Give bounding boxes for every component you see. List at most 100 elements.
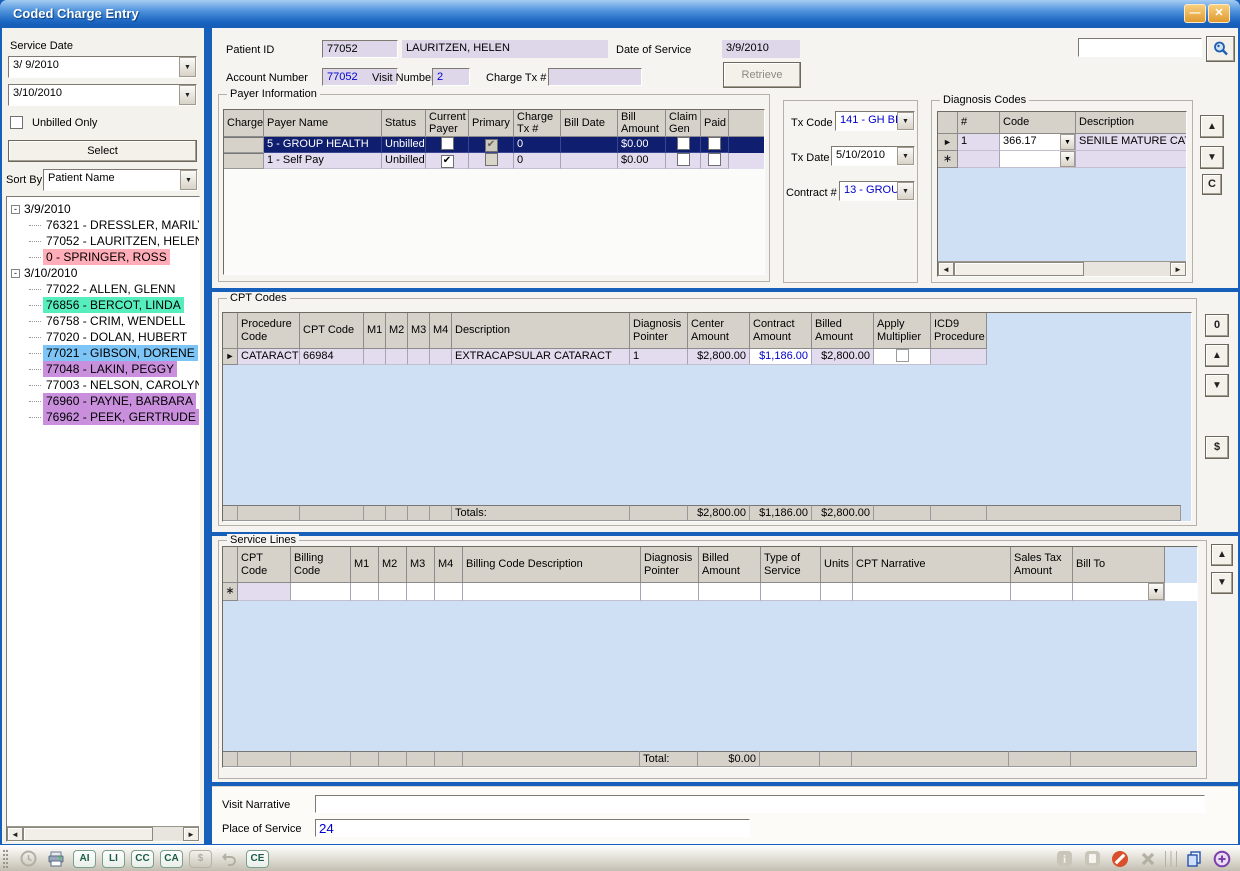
billing-code-description-cell[interactable] — [463, 583, 641, 601]
tree-patient-item[interactable]: 0 - SPRINGER, ROSS — [7, 249, 199, 265]
service-new-row[interactable]: ∗ ▼ — [223, 583, 1197, 601]
unbilled-only-checkbox[interactable] — [10, 116, 23, 129]
tree-patient-item[interactable]: 77003 - NELSON, CAROLYN — [7, 377, 199, 393]
primary-checkbox[interactable]: ✔ — [485, 139, 498, 152]
scroll-right-icon[interactable]: ► — [183, 827, 199, 841]
m4-cell[interactable] — [435, 583, 463, 601]
diagnosis-code-cell[interactable]: ▼ — [1000, 151, 1076, 168]
dropdown-icon[interactable]: ▼ — [1060, 151, 1075, 167]
patient-label[interactable]: 77021 - GIBSON, DORENE — [43, 345, 198, 361]
tree-patient-item[interactable]: 76856 - BERCOT, LINDA — [7, 297, 199, 313]
diagnosis-c-button[interactable]: C — [1202, 174, 1222, 195]
contract-amount-cell[interactable]: $1,186.00 — [750, 349, 812, 365]
close-button[interactable]: ✕ — [1208, 4, 1230, 23]
m2-cell[interactable] — [379, 583, 407, 601]
charge-cell-button[interactable] — [224, 153, 264, 169]
dropdown-icon[interactable]: ▼ — [179, 57, 196, 77]
dropdown-icon[interactable]: ▼ — [897, 112, 914, 130]
service-date-to-combo[interactable]: 3/10/2010 ▼ — [8, 84, 197, 106]
sales-tax-amount-cell[interactable] — [1011, 583, 1073, 601]
tree-patient-item[interactable]: 77020 - DOLAN, HUBERT — [7, 329, 199, 345]
claim-gen-checkbox[interactable] — [677, 137, 690, 150]
cpt-code-cell[interactable] — [238, 583, 291, 601]
type-of-service-cell[interactable] — [761, 583, 821, 601]
dropdown-icon[interactable]: ▼ — [897, 182, 914, 200]
visit-number-value[interactable]: 2 — [432, 68, 470, 86]
tree-date-group[interactable]: - 3/10/2010 — [7, 265, 199, 281]
current-payer-checkbox[interactable]: ✔ — [441, 155, 454, 168]
scroll-right-icon[interactable]: ► — [1170, 262, 1186, 276]
minimize-button[interactable]: — — [1184, 4, 1206, 23]
sort-by-combo[interactable]: Patient Name ▼ — [43, 169, 198, 191]
tree-patient-item[interactable]: 77021 - GIBSON, DORENE — [7, 345, 199, 361]
undo-icon[interactable] — [219, 849, 239, 869]
place-of-service-input[interactable] — [315, 819, 750, 837]
tree-date-label[interactable]: 3/9/2010 — [24, 201, 71, 217]
dropdown-icon[interactable]: ▼ — [897, 147, 914, 165]
visit-narrative-input[interactable] — [315, 795, 1205, 813]
diagnosis-row[interactable]: ► 1 366.17 ▼ SENILE MATURE CATARA — [938, 134, 1186, 151]
clock-icon[interactable] — [18, 849, 38, 869]
tree-patient-item[interactable]: 77048 - LAKIN, PEGGY — [7, 361, 199, 377]
diagnosis-hscrollbar[interactable]: ◄ ► — [938, 261, 1186, 276]
copy-pages-icon[interactable] — [1184, 849, 1204, 869]
m3-cell[interactable] — [407, 583, 435, 601]
cpt-row[interactable]: ► CATARACT 66984 EXTRACAPSULAR CATARACT … — [223, 349, 1191, 365]
charge-cell-button[interactable] — [224, 137, 264, 153]
tree-hscrollbar[interactable]: ◄ ► — [7, 826, 199, 841]
diagnosis-code-cell[interactable]: 366.17 ▼ — [1000, 134, 1076, 151]
contract-combo[interactable]: 13 - GROU ▼ — [839, 181, 915, 201]
search-button[interactable] — [1206, 36, 1235, 62]
cpt-zero-button[interactable]: 0 — [1205, 314, 1229, 337]
patient-label[interactable]: 77052 - LAURITZEN, HELEN — [43, 233, 200, 249]
collapse-icon[interactable]: - — [11, 269, 20, 278]
paid-checkbox[interactable] — [708, 153, 721, 166]
scroll-left-icon[interactable]: ◄ — [7, 827, 23, 841]
claim-gen-checkbox[interactable] — [677, 153, 690, 166]
patient-label[interactable]: 77022 - ALLEN, GLENN — [43, 281, 178, 297]
toolbar-chip-CE[interactable]: CE — [246, 850, 269, 868]
add-circle-icon[interactable] — [1212, 849, 1232, 869]
block-icon[interactable] — [1110, 849, 1130, 869]
collapse-icon[interactable]: - — [11, 205, 20, 214]
dropdown-icon[interactable]: ▼ — [1148, 583, 1164, 600]
patient-label[interactable]: 77003 - NELSON, CAROLYN — [43, 377, 200, 393]
search-input[interactable] — [1078, 38, 1202, 57]
tree-patient-item[interactable]: 77022 - ALLEN, GLENN — [7, 281, 199, 297]
apply-multiplier-checkbox[interactable] — [896, 349, 909, 362]
dropdown-icon[interactable]: ▼ — [1060, 134, 1075, 150]
retrieve-button[interactable]: Retrieve — [723, 62, 801, 88]
toolbar-chip-LI[interactable]: LI — [102, 850, 125, 868]
primary-checkbox[interactable] — [485, 153, 498, 166]
diagnosis-new-row[interactable]: ∗ ▼ — [938, 151, 1186, 168]
toolbar-chip-CC[interactable]: CC — [131, 850, 154, 868]
info-icon[interactable]: i — [1054, 849, 1074, 869]
service-move-down-button[interactable]: ▼ — [1211, 572, 1233, 594]
patient-id-value[interactable]: 77052 — [322, 40, 398, 58]
current-payer-checkbox[interactable] — [441, 137, 454, 150]
delete-x-icon[interactable] — [1138, 849, 1158, 869]
cpt-move-up-button[interactable]: ▲ — [1205, 344, 1229, 367]
m1-cell[interactable] — [351, 583, 379, 601]
tx-date-combo[interactable]: 5/10/2010 ▼ — [831, 146, 915, 166]
card-icon[interactable] — [1082, 849, 1102, 869]
bill-to-cell[interactable]: ▼ — [1073, 583, 1165, 601]
diagnosis-move-up-button[interactable]: ▲ — [1200, 115, 1224, 138]
scrollbar-thumb[interactable] — [954, 262, 1084, 276]
patient-label[interactable]: 76758 - CRIM, WENDELL — [43, 313, 188, 329]
patient-label[interactable]: 76962 - PEEK, GERTRUDE — [43, 409, 199, 425]
billing-code-cell[interactable] — [291, 583, 351, 601]
tree-patient-item[interactable]: 76758 - CRIM, WENDELL — [7, 313, 199, 329]
toolbar-grip[interactable] — [3, 850, 8, 868]
units-cell[interactable] — [821, 583, 853, 601]
tree-date-label[interactable]: 3/10/2010 — [24, 265, 77, 281]
tree-date-group[interactable]: - 3/9/2010 — [7, 201, 199, 217]
cpt-move-down-button[interactable]: ▼ — [1205, 374, 1229, 397]
select-button[interactable]: Select — [8, 140, 197, 162]
printer-icon[interactable] — [46, 849, 66, 869]
dropdown-icon[interactable]: ▼ — [179, 85, 196, 105]
payer-row-selected[interactable]: 5 - GROUP HEALTH Unbilled ✔ 0 $0.00 — [224, 137, 764, 153]
tree-patient-item[interactable]: 76962 - PEEK, GERTRUDE — [7, 409, 199, 425]
billed-amount-cell[interactable] — [699, 583, 761, 601]
service-date-from-combo[interactable]: 3/ 9/2010 ▼ — [8, 56, 197, 78]
